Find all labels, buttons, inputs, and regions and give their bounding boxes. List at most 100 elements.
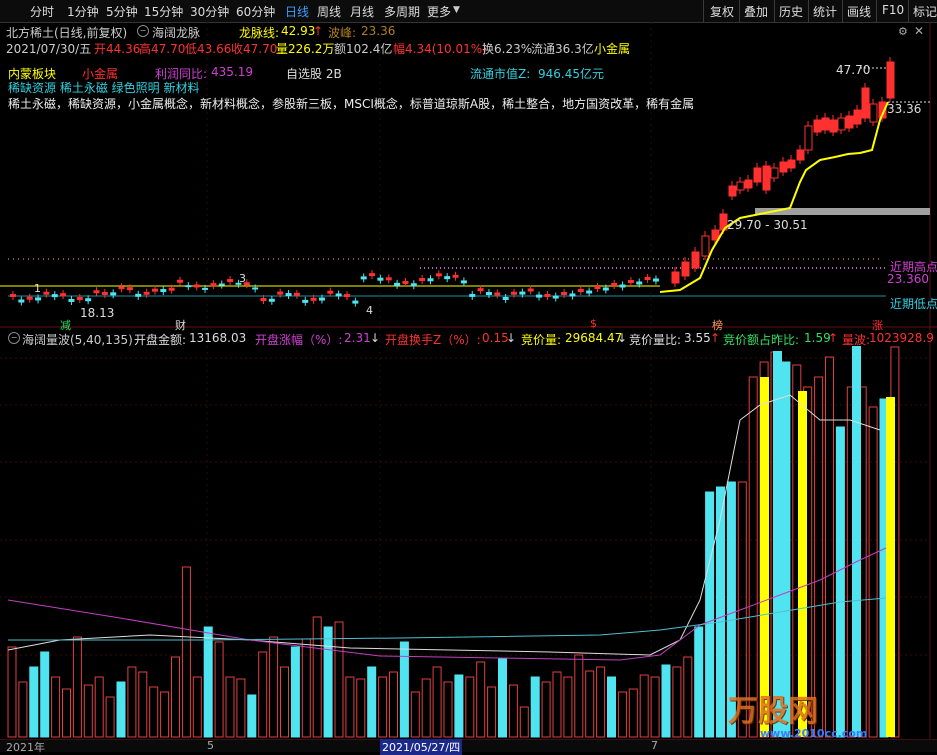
volume-bar bbox=[127, 666, 137, 738]
highlight-bar bbox=[886, 397, 895, 737]
settings-gear-icon[interactable]: ⚙ bbox=[898, 25, 908, 38]
candle-body bbox=[68, 298, 75, 302]
open-change-label: 开盘涨幅（%）: bbox=[255, 333, 343, 347]
recent-low-label: 近期低点 bbox=[890, 297, 937, 311]
candle-body bbox=[536, 294, 543, 298]
kline-chart[interactable] bbox=[0, 0, 937, 751]
volume-bar bbox=[650, 676, 660, 738]
candle-body bbox=[644, 277, 651, 280]
x-axis-year: 2021年 bbox=[6, 741, 45, 754]
candle-body bbox=[837, 117, 846, 131]
quote-close: 收47.70 bbox=[231, 42, 278, 56]
close-icon[interactable]: ✕ bbox=[914, 24, 924, 38]
indicator-name[interactable]: 海阔龙脉 bbox=[152, 24, 200, 41]
candle-body bbox=[385, 277, 392, 281]
volume-bar bbox=[454, 674, 464, 738]
candle-body bbox=[561, 292, 568, 295]
volume-bar bbox=[247, 694, 257, 738]
candle-body bbox=[762, 165, 771, 191]
bid-volume-down-arrow-icon: ↓ bbox=[617, 331, 628, 345]
level-right-label: 33.36 bbox=[887, 102, 922, 116]
candle-body bbox=[796, 149, 805, 161]
volume-bar bbox=[519, 706, 529, 738]
indicator-toggle-icon[interactable]: − bbox=[137, 25, 149, 37]
candle-body bbox=[444, 276, 451, 280]
sub-indicator-toggle-icon[interactable]: − bbox=[8, 332, 20, 344]
volume-bar bbox=[748, 376, 758, 738]
quote-high: 高47.70 bbox=[139, 42, 186, 56]
candle-body bbox=[135, 293, 142, 297]
selected-stock-tag: 自选股 2B bbox=[286, 67, 342, 81]
open-turnover-value: 0.15 bbox=[482, 331, 509, 345]
candle-body bbox=[143, 291, 150, 295]
sub-indicator-name[interactable]: 海阔量波(5,40,135) bbox=[22, 331, 133, 348]
volume-bar bbox=[432, 666, 442, 738]
candle-body bbox=[43, 291, 50, 295]
volume-bar bbox=[617, 691, 627, 738]
candle-body bbox=[293, 292, 300, 296]
x-axis-bar bbox=[0, 739, 937, 752]
candle-body bbox=[310, 297, 317, 301]
candle-body bbox=[845, 115, 854, 129]
volume-bar bbox=[814, 376, 824, 738]
candle-body bbox=[177, 279, 183, 283]
candle-body bbox=[327, 290, 334, 294]
candle-body bbox=[218, 283, 225, 286]
volume-bar bbox=[334, 621, 344, 738]
candle-body bbox=[110, 292, 117, 296]
volume-bar bbox=[203, 626, 213, 738]
candle-body bbox=[26, 296, 33, 300]
candle-body bbox=[753, 167, 762, 183]
candle-body bbox=[861, 87, 870, 119]
volume-bar bbox=[443, 681, 453, 738]
candle-body bbox=[627, 280, 634, 283]
candle-body bbox=[344, 294, 350, 298]
bid-ratio-label: 竞价量比: bbox=[629, 333, 682, 347]
volume-bar bbox=[280, 666, 289, 738]
bofeng-label: 波峰: bbox=[328, 26, 357, 40]
volume-bar bbox=[476, 661, 486, 738]
volume-bar bbox=[563, 676, 573, 738]
volume-bar bbox=[367, 666, 377, 738]
candle-body bbox=[402, 280, 409, 284]
candle-body bbox=[277, 291, 284, 295]
highlight-bar bbox=[852, 346, 861, 737]
candle-body bbox=[85, 298, 92, 302]
wave-label-1: 1 bbox=[34, 282, 41, 295]
volume-bar bbox=[639, 674, 649, 738]
bid-volume-value: 29684.47 bbox=[565, 331, 623, 345]
candle-body bbox=[352, 300, 359, 304]
candle-body bbox=[35, 297, 42, 301]
volume-bar bbox=[345, 676, 355, 738]
volume-bar bbox=[694, 626, 704, 738]
volume-bar bbox=[421, 678, 431, 738]
wave-label-4: 4 bbox=[366, 304, 373, 317]
watermark-brand: 万股网 bbox=[728, 694, 818, 729]
candle-body bbox=[494, 292, 501, 296]
candle-body bbox=[744, 179, 753, 189]
candle-body bbox=[126, 287, 133, 291]
quote-change: 幅4.34(10.01%) bbox=[393, 42, 487, 56]
quote-float: 流通36.3亿 bbox=[531, 42, 594, 56]
volume-bar bbox=[541, 681, 551, 738]
candle-body bbox=[252, 287, 259, 290]
candle-body bbox=[185, 285, 192, 288]
volume-bar bbox=[487, 686, 497, 738]
volume-bar bbox=[181, 566, 191, 738]
volume-bar bbox=[607, 676, 616, 738]
bid-ratio-up-arrow-icon: ↑ bbox=[710, 331, 721, 345]
volume-bar bbox=[258, 651, 268, 738]
candle-body bbox=[594, 286, 601, 289]
volume-bar bbox=[192, 676, 202, 738]
candle-body bbox=[360, 276, 367, 280]
event-dollar[interactable]: $ bbox=[590, 317, 597, 330]
quote-low: 低43.66 bbox=[185, 42, 232, 56]
candle-body bbox=[569, 293, 576, 297]
candle-body bbox=[519, 291, 526, 295]
candle-body bbox=[227, 279, 234, 283]
highlight-bar bbox=[760, 377, 769, 737]
wave-label-3: 3 bbox=[239, 272, 246, 285]
volume-bar bbox=[596, 666, 606, 738]
longmai-value: 42.93 bbox=[281, 24, 316, 38]
volume-bar bbox=[149, 686, 159, 738]
